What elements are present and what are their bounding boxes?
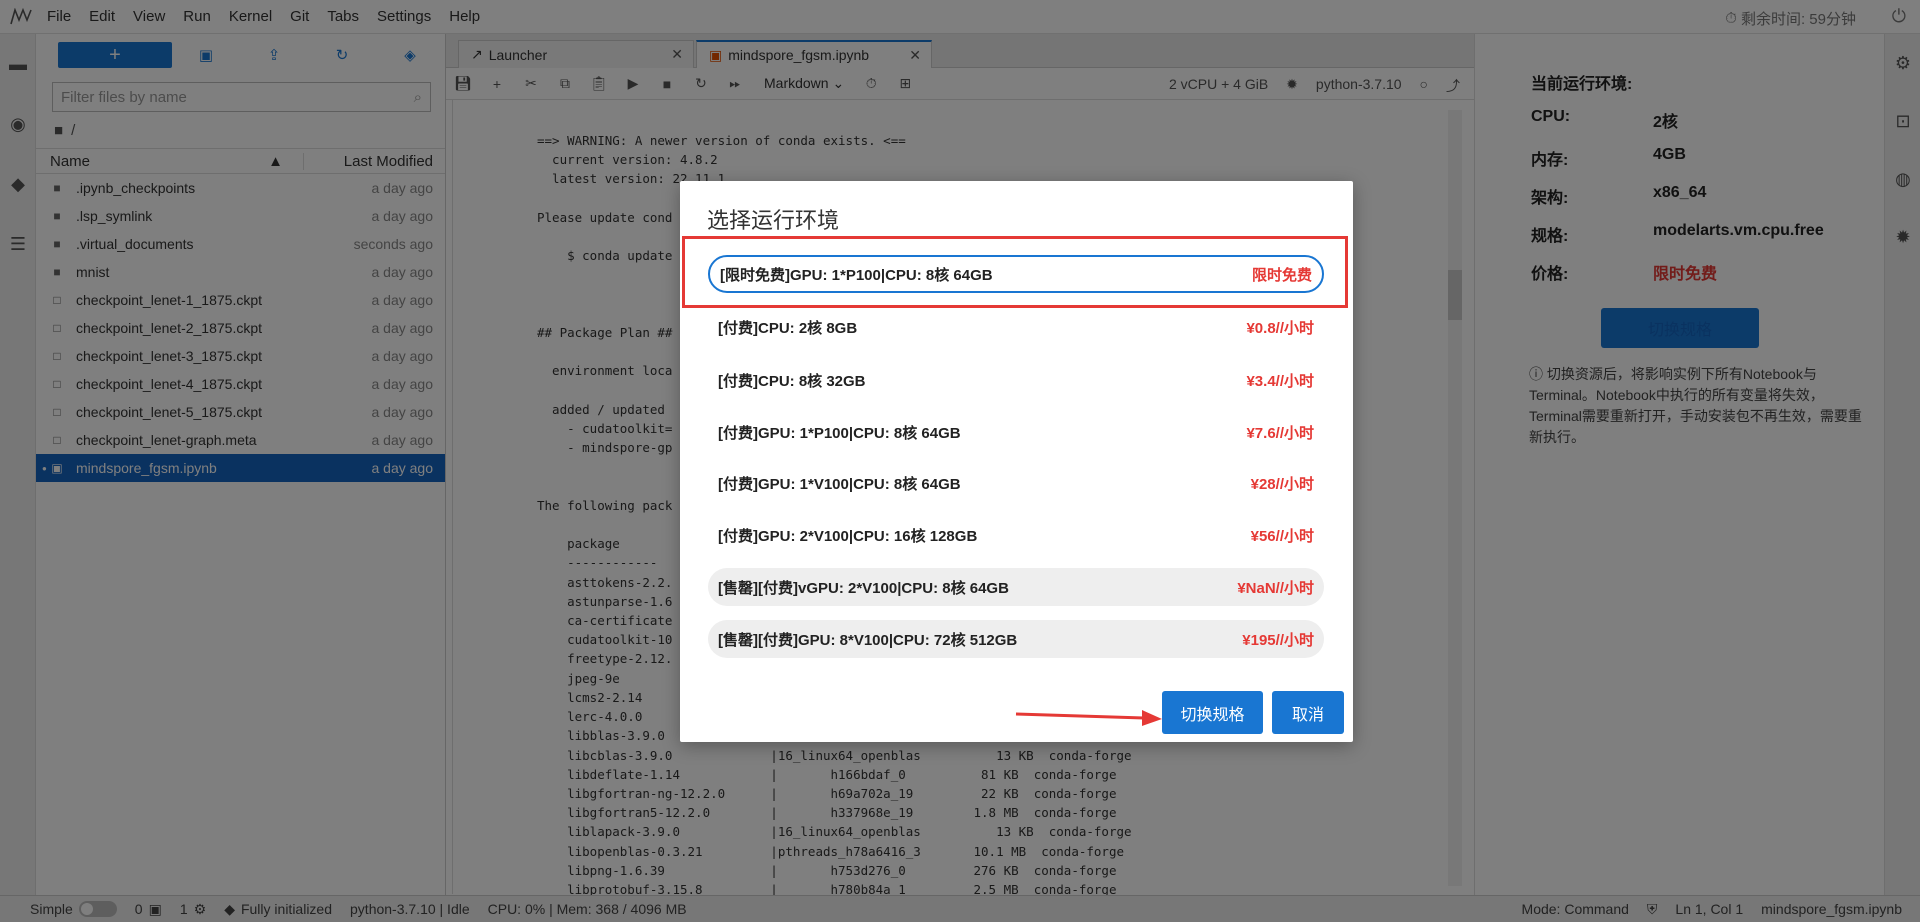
option-label: [限时免费]GPU: 1*P100|CPU: 8核 64GB [720,266,993,284]
option-item-soldout: [售罄][付费]GPU: 8*V100|CPU: 72核 512GB ¥195//… [708,620,1324,658]
option-price: 限时免费 [1251,266,1312,284]
dialog-title: 选择运行环境 [707,208,840,233]
option-item[interactable]: [付费]GPU: 1*V100|CPU: 8核 64GB ¥28//小时 [708,464,1324,502]
option-price: ¥3.4//小时 [1246,372,1314,390]
option-label: [售罄][付费]GPU: 8*V100|CPU: 72核 512GB [718,631,1018,649]
option-item[interactable]: [限时免费]GPU: 1*P100|CPU: 8核 64GB 限时免费 [708,255,1324,293]
option-label: [付费]GPU: 2*V100|CPU: 16核 128GB [718,527,978,545]
option-item[interactable]: [付费]GPU: 1*P100|CPU: 8核 64GB ¥7.6//小时 [708,413,1324,451]
option-item[interactable]: [付费]CPU: 8核 32GB ¥3.4//小时 [708,361,1324,399]
confirm-switch-button[interactable]: 切换规格 [1162,691,1263,734]
option-price: ¥NaN//小时 [1237,579,1314,597]
option-price: ¥0.8//小时 [1246,319,1314,337]
option-label: [付费]CPU: 8核 32GB [718,372,866,390]
option-price: ¥195//小时 [1242,631,1314,649]
runtime-select-dialog: 选择运行环境 [限时免费]GPU: 1*P100|CPU: 8核 64GB 限时免… [680,181,1353,742]
option-item[interactable]: [付费]CPU: 2核 8GB ¥0.8//小时 [708,308,1324,346]
option-price: ¥56//小时 [1250,527,1314,545]
option-label: [售罄][付费]vGPU: 2*V100|CPU: 8核 64GB [718,579,1009,597]
option-label: [付费]GPU: 1*V100|CPU: 8核 64GB [718,475,961,493]
option-price: ¥28//小时 [1250,475,1314,493]
option-label: [付费]CPU: 2核 8GB [718,319,858,337]
option-label: [付费]GPU: 1*P100|CPU: 8核 64GB [718,424,961,442]
cancel-button[interactable]: 取消 [1272,691,1344,734]
option-item-soldout: [售罄][付费]vGPU: 2*V100|CPU: 8核 64GB ¥NaN//小… [708,568,1324,606]
option-item[interactable]: [付费]GPU: 2*V100|CPU: 16核 128GB ¥56//小时 [708,516,1324,554]
annotation-arrow-icon [1015,710,1162,726]
option-price: ¥7.6//小时 [1246,424,1314,442]
